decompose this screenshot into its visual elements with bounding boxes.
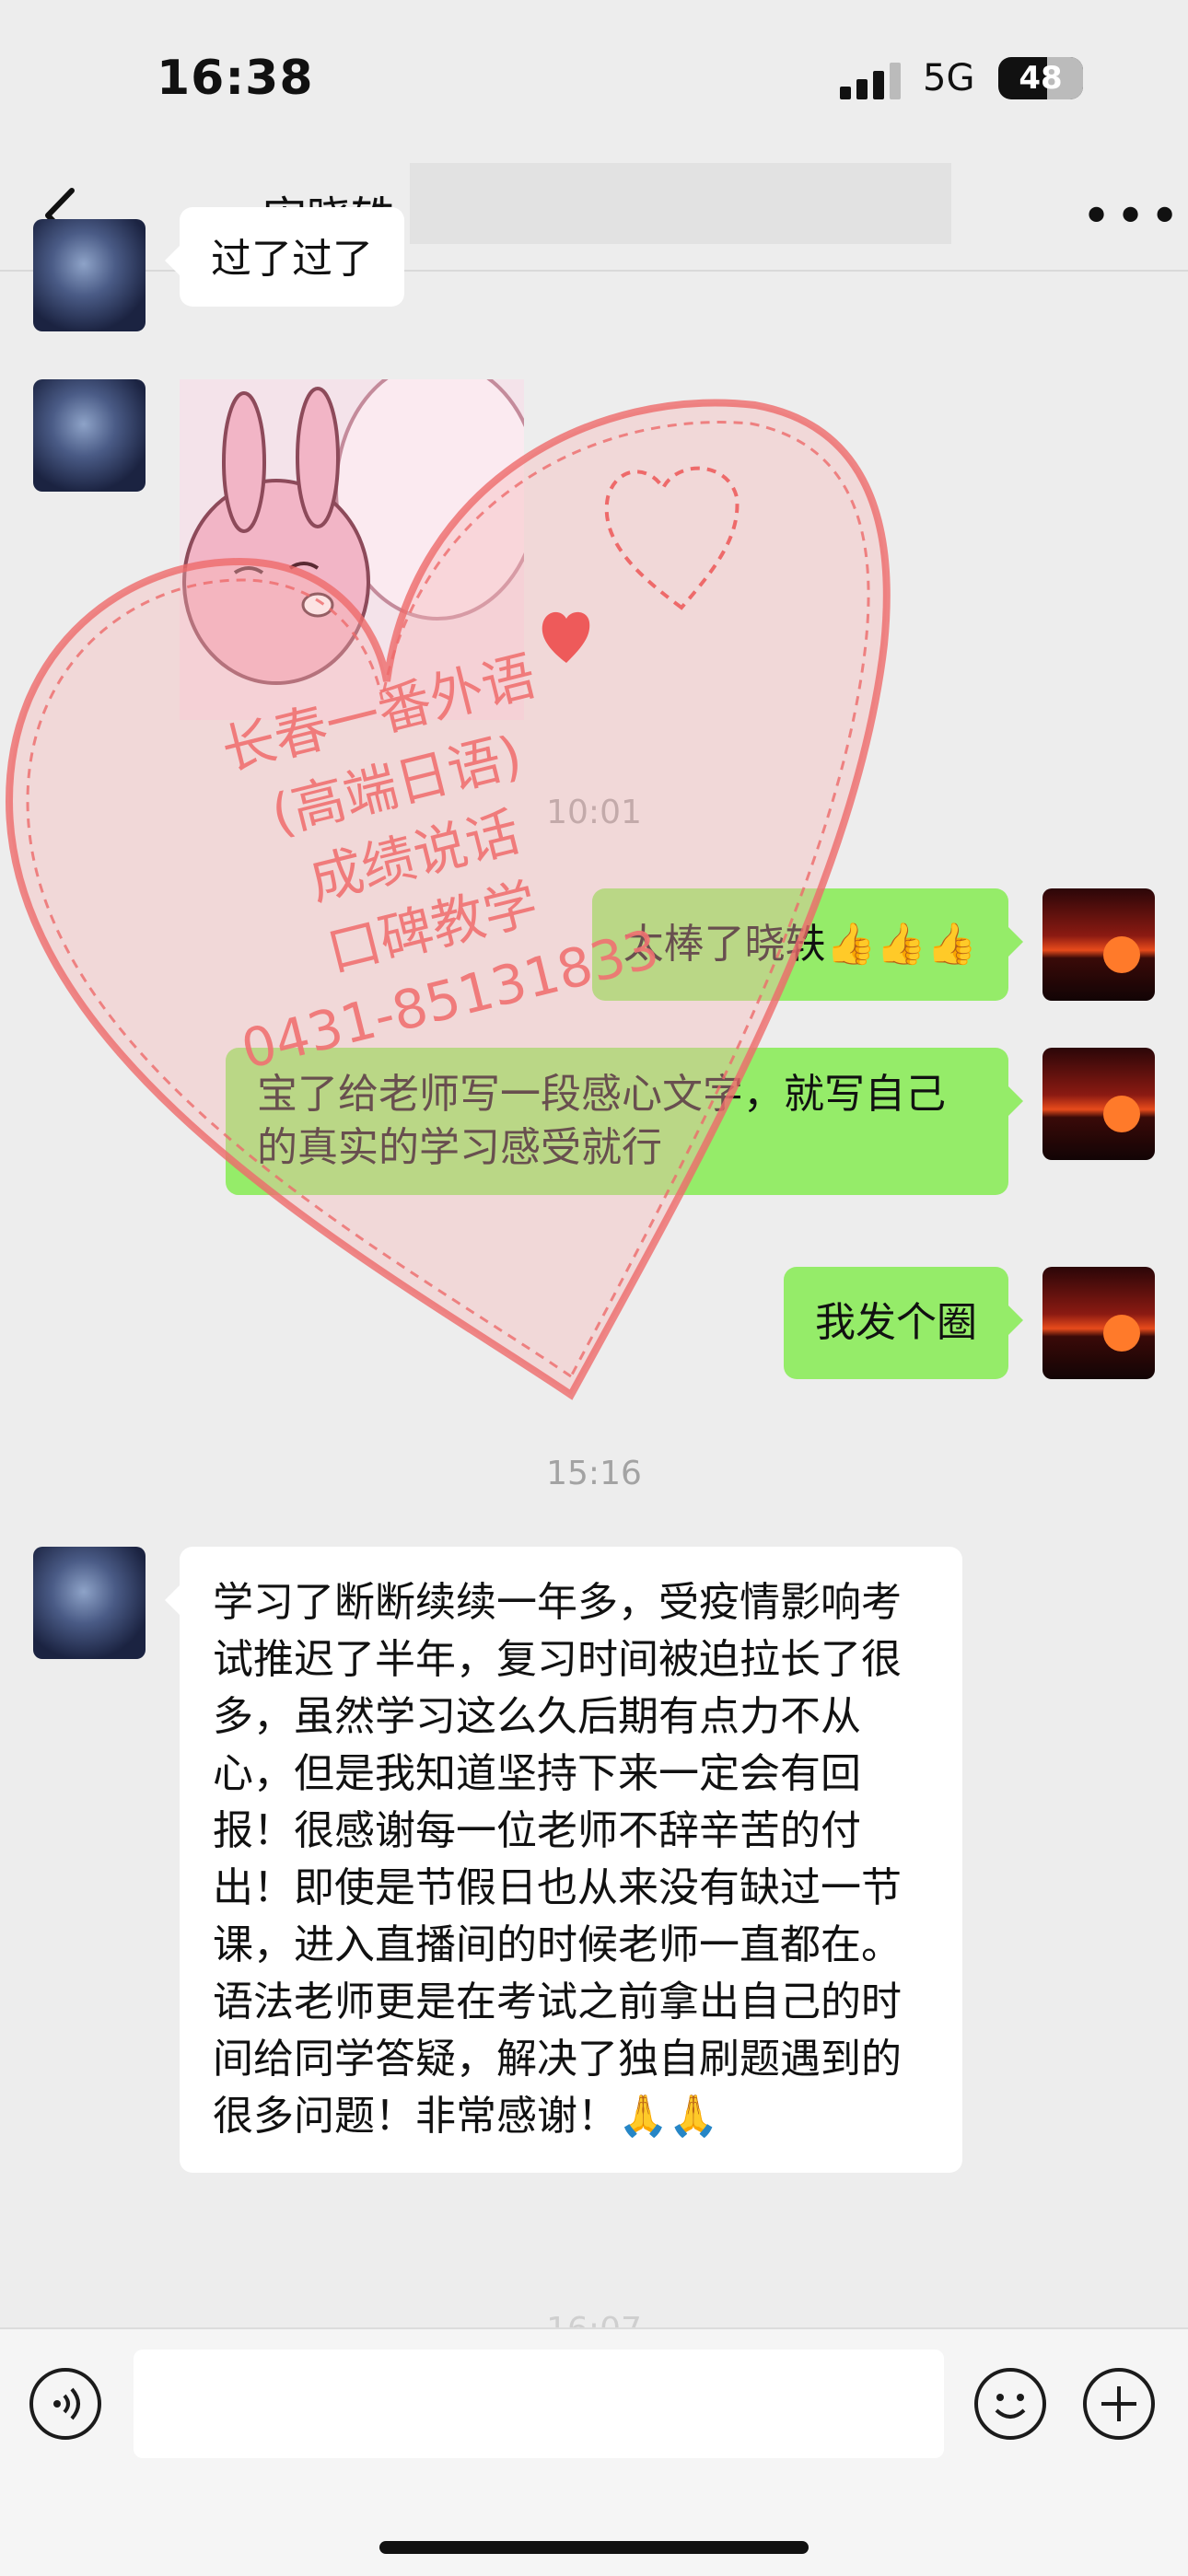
contact-avatar[interactable] [33,379,146,492]
message-input[interactable] [134,2350,944,2458]
bunny-sticker-icon [182,379,524,685]
redacted-area [410,163,951,244]
timestamp: 15:16 [546,1455,642,1492]
voice-icon [53,2387,80,2420]
more-options-icon[interactable]: ••• [1081,187,1183,247]
input-bar [0,2327,1188,2576]
network-type: 5G [923,57,975,99]
self-avatar[interactable] [1042,1267,1155,1379]
battery-indicator: 48 [998,57,1083,99]
cellular-signal-icon [840,63,901,99]
message-bubble: 过了过了 [165,207,404,307]
emoji-icon [995,2394,1026,2419]
message-bubble: 太棒了晓轶👍👍👍 [591,888,1024,1001]
plus-icon [1101,2386,1136,2421]
voice-button[interactable] [29,2368,101,2440]
self-avatar[interactable] [1042,1048,1155,1160]
add-button[interactable] [1083,2368,1155,2440]
sticker-image[interactable] [180,379,524,720]
emoji-button[interactable] [974,2368,1046,2440]
message-bubble: 宝了给老师写一段感心文字，就写自己的真实的学习感受就行 [226,1048,1023,1195]
message-bubble: 我发个圈 [784,1267,1023,1379]
contact-avatar[interactable] [33,219,146,331]
self-avatar[interactable] [1042,888,1155,1001]
battery-level: 48 [1019,60,1063,97]
status-time: 16:38 [157,51,314,106]
message-bubble: 学习了断断续续一年多，受疫情影响考试推迟了半年，复习时间被迫拉长了很多，虽然学习… [165,1547,962,2173]
contact-avatar[interactable] [33,1547,146,1659]
home-indicator [379,2541,809,2554]
timestamp: 10:01 [546,794,642,831]
status-bar: 16:38 5G 48 [0,0,1188,161]
